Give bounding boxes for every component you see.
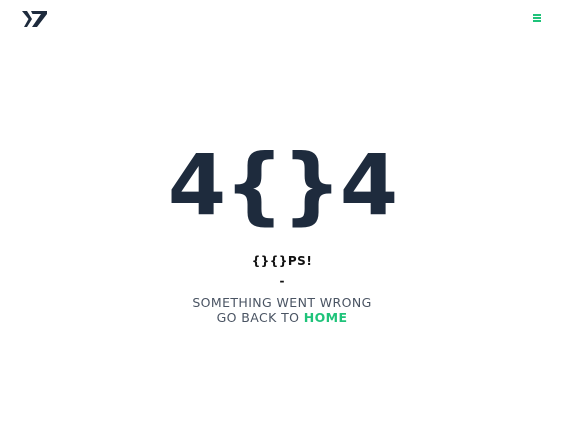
error-message: SOMETHING WENT WRONG xyxy=(192,295,372,310)
go-back-line: GO BACK TO HOME xyxy=(0,310,564,326)
logo-icon[interactable] xyxy=(22,11,47,27)
separator-dash: - xyxy=(279,274,285,288)
menu-line-top xyxy=(533,14,541,16)
oops-text: {}{}PS! xyxy=(251,254,313,268)
error-code-heading: 4{}4 xyxy=(167,136,399,234)
menu-line-middle xyxy=(533,17,541,19)
go-back-prefix: GO BACK TO xyxy=(216,310,300,325)
hamburger-menu-icon[interactable] xyxy=(533,14,541,22)
home-link[interactable]: HOME xyxy=(304,310,348,325)
menu-line-bottom xyxy=(533,20,541,22)
